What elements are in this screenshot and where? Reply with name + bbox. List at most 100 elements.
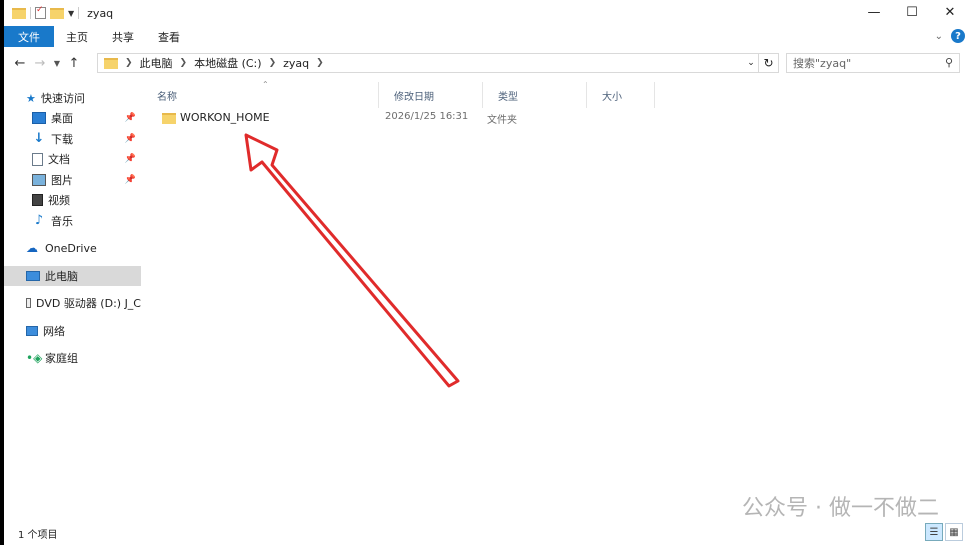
nav-homegroup[interactable]: •◈ 家庭组 [4,348,141,368]
folder-icon [104,57,118,69]
refresh-icon[interactable]: ↻ [758,54,778,72]
nav-dvd-drive[interactable]: DVD 驱动器 (D:) J_C [4,293,141,313]
breadcrumb-this-pc[interactable]: 此电脑 [140,55,173,71]
forward-button[interactable]: → [30,56,50,71]
tab-view[interactable]: 查看 [146,26,192,47]
item-count: 1 个项目 [18,529,58,541]
cloud-icon: ☁ [26,241,38,255]
back-button[interactable]: ← [10,56,30,71]
column-label: 类型 [498,91,518,103]
search-placeholder: 搜索"zyaq" [793,57,852,70]
file-name-cell: WORKON_HOME [162,111,270,124]
music-icon: ♪ [34,213,44,228]
breadcrumb-zyaq[interactable]: zyaq [283,57,309,70]
column-header-modified[interactable]: 修改日期 [379,82,483,108]
address-dropdown-icon[interactable]: ⌄ [744,54,758,72]
address-bar[interactable]: ❯ 此电脑 ❯ 本地磁盘 (C:) ❯ zyaq ❯ ⌄ ↻ [97,53,779,73]
tab-file[interactable]: 文件 [4,26,54,47]
watermark: 公众号 · 做一不做二 [742,496,939,521]
computer-icon [26,271,40,281]
nav-item-music[interactable]: ♪ 音乐 [4,211,141,231]
expand-ribbon-chevron-icon[interactable]: ⌄ [935,31,943,42]
nav-this-pc[interactable]: 此电脑 [4,266,141,286]
pin-icon[interactable]: 📌 [125,134,136,144]
nav-label: 视频 [48,194,70,207]
sort-ascending-icon: ⌃ [262,80,269,89]
pin-icon[interactable]: 📌 [125,154,136,164]
nav-item-pictures[interactable]: 图片 📌 [4,170,141,190]
chevron-right-icon[interactable]: ❯ [316,58,324,68]
chevron-right-icon[interactable]: ❯ [180,58,188,68]
nav-label: 音乐 [51,215,73,228]
new-folder-icon[interactable] [50,7,64,19]
network-icon [26,326,38,336]
tab-home[interactable]: 主页 [54,26,100,47]
recent-locations-dropdown-icon[interactable]: ▼ [50,59,64,68]
search-icon[interactable]: ⚲ [945,56,953,69]
navigation-pane: ★ 快速访问 桌面 📌 ↓ 下载 📌 文档 📌 图片 📌 视频 ♪ 音乐 ☁ O… [4,78,141,518]
breadcrumb-local-disk[interactable]: 本地磁盘 (C:) [194,55,261,71]
column-label: 大小 [602,91,622,103]
file-modified: 2026/1/25 16:31 [385,111,469,122]
column-header-name[interactable]: ⌃ 名称 [142,80,379,108]
quick-access-toolbar: ▼ [4,5,80,19]
pin-icon[interactable]: 📌 [125,113,136,123]
nav-label: 桌面 [51,112,73,125]
divider [78,7,80,19]
large-icons-view-icon[interactable]: ▦ [945,523,963,541]
video-icon [32,194,43,206]
window-title: zyaq [87,6,114,20]
homegroup-icon: •◈ [26,351,43,365]
ribbon-tabs: 文件 主页 共享 查看 ⌄ ? [4,26,969,47]
dvd-drive-icon [26,298,32,308]
maximize-button[interactable]: ☐ [893,0,931,24]
column-label: 名称 [157,91,177,103]
tab-share[interactable]: 共享 [100,26,146,47]
details-view-icon[interactable]: ☰ [925,523,943,541]
nav-label: 快速访问 [41,92,85,105]
properties-icon[interactable] [35,5,46,19]
minimize-button[interactable]: — [855,0,893,24]
picture-icon [32,174,46,186]
nav-item-desktop[interactable]: 桌面 📌 [4,108,141,128]
nav-label: 图片 [51,174,73,187]
nav-item-downloads[interactable]: ↓ 下载 📌 [4,129,141,149]
nav-label: OneDrive [45,241,97,255]
chevron-right-icon[interactable]: ❯ [125,58,133,68]
status-bar: 1 个项目 ☰ ▦ [4,521,969,545]
desktop-icon [32,112,46,124]
table-row[interactable]: WORKON_HOME 2026/1/25 16:31 文件夹 [152,108,942,128]
nav-label: 文档 [48,153,70,166]
up-button[interactable]: ↑ [64,56,84,71]
column-header-type[interactable]: 类型 [483,82,587,108]
search-input[interactable]: 搜索"zyaq" ⚲ [786,53,960,73]
file-type: 文件夹 [487,115,517,126]
nav-item-documents[interactable]: 文档 📌 [4,149,141,169]
chevron-right-icon[interactable]: ❯ [269,58,277,68]
explorer-window: ▼ zyaq — ☐ ✕ 文件 主页 共享 查看 ⌄ ? ← → ▼ ↑ ❯ 此… [4,0,969,545]
pin-icon[interactable]: 📌 [125,175,136,185]
title-bar: ▼ zyaq — ☐ ✕ [4,0,969,26]
close-button[interactable]: ✕ [931,0,969,24]
customize-toolbar-dropdown-icon[interactable]: ▼ [68,9,74,18]
divider [30,7,31,19]
file-name: WORKON_HOME [180,111,270,124]
nav-label: 此电脑 [45,270,78,283]
nav-network[interactable]: 网络 [4,321,141,341]
window-controls: — ☐ ✕ [855,0,969,24]
nav-label: DVD 驱动器 (D:) J_C [36,297,141,310]
help-icon[interactable]: ? [951,29,965,43]
document-icon [32,152,43,166]
nav-quick-access[interactable]: ★ 快速访问 [4,88,141,108]
nav-label: 家庭组 [45,352,78,365]
nav-item-videos[interactable]: 视频 [4,190,141,210]
download-icon: ↓ [33,131,45,146]
column-header-size[interactable]: 大小 [587,82,655,108]
nav-onedrive[interactable]: ☁ OneDrive [4,238,141,258]
ribbon-right: ⌄ ? [935,29,965,43]
nav-label: 下载 [51,133,73,146]
view-buttons: ☰ ▦ [925,523,963,541]
star-icon: ★ [26,91,36,105]
nav-label: 网络 [43,325,65,338]
column-label: 修改日期 [394,91,434,103]
